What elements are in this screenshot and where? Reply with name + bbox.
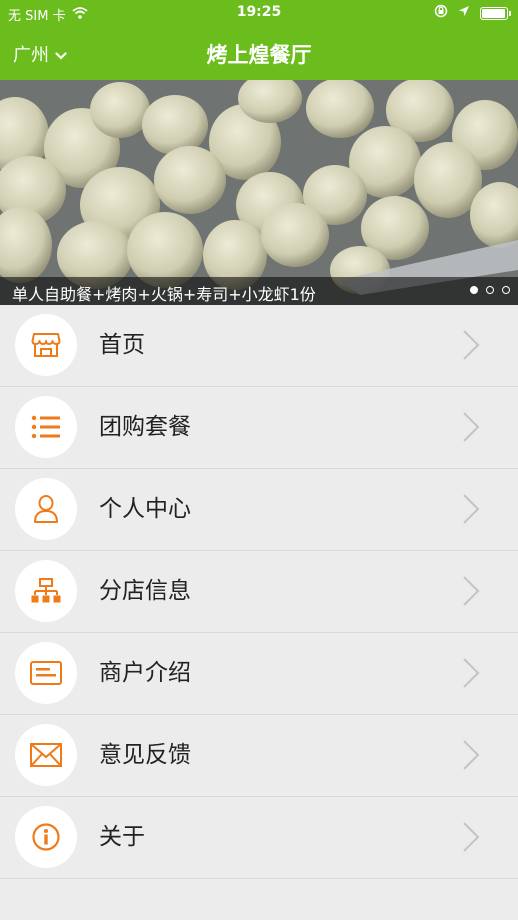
main-menu: 首页 团购套餐 个人中心 分店信息 商户介绍 意见反馈 关于	[0, 305, 518, 879]
person-icon	[15, 478, 77, 540]
list-icon	[15, 396, 77, 458]
header: 无 SIM 卡 19:25 广州 烤上煌餐厅	[0, 0, 518, 80]
envelope-icon	[15, 724, 77, 786]
menu-item-group-deals[interactable]: 团购套餐	[0, 387, 518, 469]
orientation-lock-icon	[434, 4, 448, 22]
document-icon	[15, 642, 77, 704]
chevron-right-icon	[463, 412, 480, 442]
chevron-right-icon	[463, 576, 480, 606]
banner-caption: 单人自助餐+烤肉+火锅+寿司+小龙虾1份	[12, 285, 316, 304]
menu-label: 个人中心	[99, 496, 191, 522]
nav-bar: 广州 烤上煌餐厅	[0, 26, 518, 80]
menu-label: 关于	[99, 824, 145, 850]
menu-item-about[interactable]: 关于	[0, 797, 518, 879]
location-arrow-icon	[458, 5, 470, 21]
menu-label: 分店信息	[99, 578, 191, 604]
info-icon	[15, 806, 77, 868]
menu-label: 首页	[99, 332, 145, 358]
carousel-dot[interactable]	[502, 286, 510, 294]
menu-item-branches[interactable]: 分店信息	[0, 551, 518, 633]
chevron-right-icon	[463, 822, 480, 852]
carousel-dot[interactable]	[486, 286, 494, 294]
banner-caption-bar: 单人自助餐+烤肉+火锅+寿司+小龙虾1份	[0, 277, 518, 305]
chevron-right-icon	[463, 740, 480, 770]
carousel-indicator	[470, 286, 510, 294]
menu-item-home[interactable]: 首页	[0, 305, 518, 387]
menu-item-feedback[interactable]: 意见反馈	[0, 715, 518, 797]
menu-item-profile[interactable]: 个人中心	[0, 469, 518, 551]
carousel-dot[interactable]	[470, 286, 478, 294]
banner-image	[0, 80, 518, 305]
status-bar: 无 SIM 卡 19:25	[0, 0, 518, 26]
menu-label: 商户介绍	[99, 660, 191, 686]
branch-tree-icon	[15, 560, 77, 622]
chevron-right-icon	[463, 494, 480, 524]
page-title: 烤上煌餐厅	[206, 43, 312, 67]
banner-carousel[interactable]: 单人自助餐+烤肉+火锅+寿司+小龙虾1份	[0, 80, 518, 305]
menu-item-merchant-intro[interactable]: 商户介绍	[0, 633, 518, 715]
menu-label: 团购套餐	[99, 414, 191, 440]
chevron-right-icon	[463, 658, 480, 688]
storefront-icon	[15, 314, 77, 376]
chevron-right-icon	[463, 330, 480, 360]
menu-label: 意见反馈	[99, 742, 191, 768]
battery-icon	[480, 6, 511, 20]
